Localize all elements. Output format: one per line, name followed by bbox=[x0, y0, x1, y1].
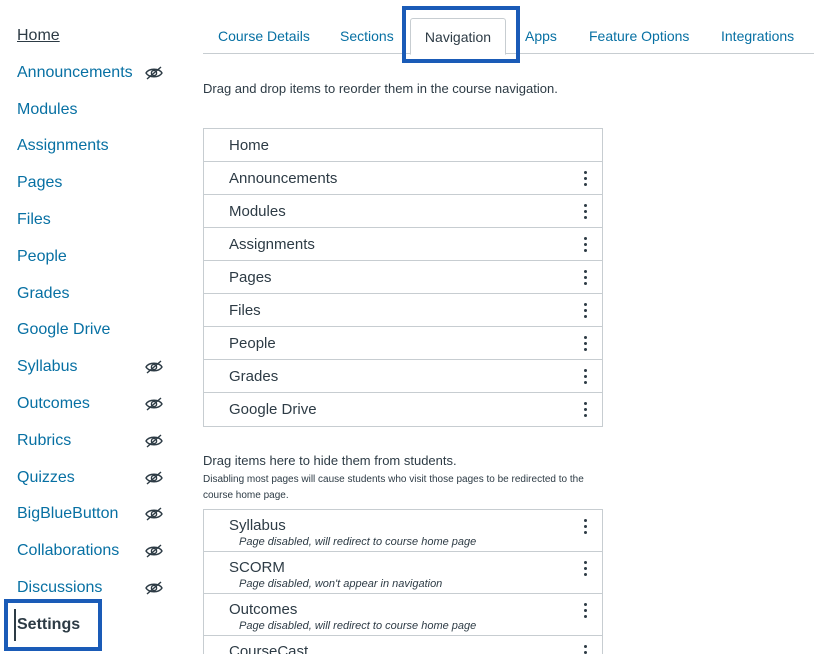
item-options-icon[interactable] bbox=[576, 642, 594, 654]
hidden-eye-icon bbox=[145, 581, 163, 595]
course-nav-item-modules[interactable]: Modules bbox=[17, 97, 167, 123]
course-nav-item-settings[interactable]: Settings bbox=[4, 599, 102, 651]
item-options-icon[interactable] bbox=[576, 333, 594, 353]
course-nav-item-label: People bbox=[17, 248, 67, 265]
enabled-nav-row[interactable]: Assignments bbox=[204, 228, 602, 261]
nav-row-label: Google Drive bbox=[229, 401, 317, 418]
hidden-eye-icon bbox=[145, 471, 163, 485]
item-options-icon[interactable] bbox=[576, 267, 594, 287]
course-nav-item-announcements[interactable]: Announcements bbox=[17, 60, 167, 86]
nav-row-label: Announcements bbox=[229, 169, 338, 187]
course-nav-item-label: Pages bbox=[17, 174, 63, 191]
course-nav-item-people[interactable]: People bbox=[17, 244, 167, 270]
nav-row-label: Syllabus bbox=[229, 517, 286, 534]
course-nav-item-label: Outcomes bbox=[17, 395, 90, 412]
course-nav-item-files[interactable]: Files bbox=[17, 207, 167, 233]
course-nav-item-label: Google Drive bbox=[17, 321, 111, 338]
course-nav-item-quizzes[interactable]: Quizzes bbox=[17, 465, 167, 491]
course-nav-item-google-drive[interactable]: Google Drive bbox=[17, 317, 167, 343]
nav-row-label: CourseCast bbox=[229, 643, 309, 654]
item-options-icon[interactable] bbox=[576, 168, 594, 188]
course-nav-item-assignments[interactable]: Assignments bbox=[17, 133, 167, 159]
course-nav-item-label: Collaborations bbox=[17, 542, 120, 559]
hidden-eye-icon bbox=[145, 397, 163, 411]
enabled-nav-row[interactable]: Google Drive bbox=[204, 393, 602, 426]
hidden-eye-icon bbox=[145, 360, 163, 374]
hidden-items-heading: Drag items here to hide them from studen… bbox=[203, 453, 457, 468]
nav-row-label: SCORM bbox=[229, 559, 285, 576]
course-nav-item-label: Announcements bbox=[17, 64, 133, 81]
disabled-nav-row[interactable]: Outcomes Page disabled, will redirect to … bbox=[204, 594, 602, 636]
enabled-nav-row[interactable]: People bbox=[204, 327, 602, 360]
nav-row-label: Files bbox=[229, 301, 261, 319]
enabled-nav-list: Home Announcements Modules Assignments Pages… bbox=[203, 128, 603, 427]
course-nav-item-label: Rubrics bbox=[17, 432, 72, 449]
disabled-nav-row[interactable]: Syllabus Page disabled, will redirect to … bbox=[204, 510, 602, 552]
enabled-nav-row[interactable]: Modules bbox=[204, 195, 602, 228]
hidden-eye-icon bbox=[145, 507, 163, 521]
course-nav-item-label: Modules bbox=[17, 101, 78, 118]
disabled-nav-list: Syllabus Page disabled, will redirect to … bbox=[203, 509, 603, 654]
tab-navigation[interactable]: Navigation bbox=[410, 18, 506, 55]
nav-row-status: Page disabled, won't appear in navigatio… bbox=[239, 578, 443, 590]
enabled-nav-row[interactable]: Announcements bbox=[204, 162, 602, 195]
nav-row-label: Pages bbox=[229, 268, 272, 286]
nav-row-label: Modules bbox=[229, 202, 286, 220]
course-nav-item-collaborations[interactable]: Collaborations bbox=[17, 538, 167, 564]
disabled-nav-row[interactable]: CourseCast bbox=[204, 636, 602, 654]
course-nav-item-label: Home bbox=[17, 27, 60, 44]
item-options-icon[interactable] bbox=[576, 300, 594, 320]
hidden-eye-icon bbox=[145, 66, 163, 80]
nav-row-label: Outcomes bbox=[229, 601, 298, 618]
item-options-icon[interactable] bbox=[576, 400, 594, 420]
nav-row-label: People bbox=[229, 334, 276, 352]
nav-row-label: Assignments bbox=[229, 235, 315, 253]
enabled-nav-row[interactable]: Home bbox=[204, 129, 602, 162]
course-nav-item-label: Grades bbox=[17, 285, 70, 302]
course-nav-item-label: Quizzes bbox=[17, 469, 75, 486]
tab-course-details[interactable]: Course Details bbox=[218, 18, 310, 54]
item-options-icon[interactable] bbox=[576, 600, 594, 620]
course-nav-item-label: Syllabus bbox=[17, 358, 78, 375]
course-navigation: Home Announcements Modules Assignments Pages… bbox=[0, 0, 190, 654]
item-options-icon[interactable] bbox=[576, 201, 594, 221]
item-options-icon[interactable] bbox=[576, 558, 594, 578]
enabled-nav-row[interactable]: Pages bbox=[204, 261, 602, 294]
course-nav-item-label: Files bbox=[17, 211, 51, 228]
hidden-eye-icon bbox=[145, 544, 163, 558]
course-nav-item-label: Discussions bbox=[17, 579, 103, 596]
course-nav-item-syllabus[interactable]: Syllabus bbox=[17, 354, 167, 380]
course-nav-item-pages[interactable]: Pages bbox=[17, 170, 167, 196]
course-nav-item-outcomes[interactable]: Outcomes bbox=[17, 391, 167, 417]
nav-row-status: Page disabled, will redirect to course h… bbox=[239, 536, 477, 548]
course-nav-item-label: BigBlueButton bbox=[17, 505, 119, 522]
nav-row-label: Home bbox=[229, 136, 270, 154]
course-nav-item-bigbluebutton[interactable]: BigBlueButton bbox=[17, 501, 167, 527]
item-options-icon[interactable] bbox=[576, 516, 594, 536]
enabled-nav-row[interactable]: Files bbox=[204, 294, 602, 327]
active-indicator bbox=[14, 609, 16, 641]
item-options-icon[interactable] bbox=[576, 234, 594, 254]
enabled-nav-row[interactable]: Grades bbox=[204, 360, 602, 393]
item-options-icon[interactable] bbox=[576, 366, 594, 386]
tab-sections[interactable]: Sections bbox=[340, 18, 394, 54]
reorder-instructions: Drag and drop items to reorder them in t… bbox=[203, 81, 558, 96]
course-nav-item-label: Settings bbox=[17, 616, 81, 633]
hidden-items-note: Disabling most pages will cause students… bbox=[203, 474, 584, 501]
tab-feature-options[interactable]: Feature Options bbox=[589, 18, 689, 54]
tab-apps[interactable]: Apps bbox=[525, 18, 557, 54]
nav-row-label: Grades bbox=[229, 367, 279, 385]
settings-tabs: Course Details Sections Navigation Apps Feat… bbox=[203, 18, 814, 55]
tab-integrations[interactable]: Integrations bbox=[721, 18, 794, 54]
disabled-nav-row[interactable]: SCORM Page disabled, won't appear in navi… bbox=[204, 552, 602, 594]
hidden-eye-icon bbox=[145, 434, 163, 448]
course-nav-item-label: Assignments bbox=[17, 137, 109, 154]
course-nav-item-grades[interactable]: Grades bbox=[17, 281, 167, 307]
course-nav-item-discussions[interactable]: Discussions bbox=[17, 575, 167, 601]
nav-row-status: Page disabled, will redirect to course h… bbox=[239, 620, 477, 632]
course-nav-item-rubrics[interactable]: Rubrics bbox=[17, 428, 167, 454]
course-nav-item-home[interactable]: Home bbox=[17, 23, 167, 49]
